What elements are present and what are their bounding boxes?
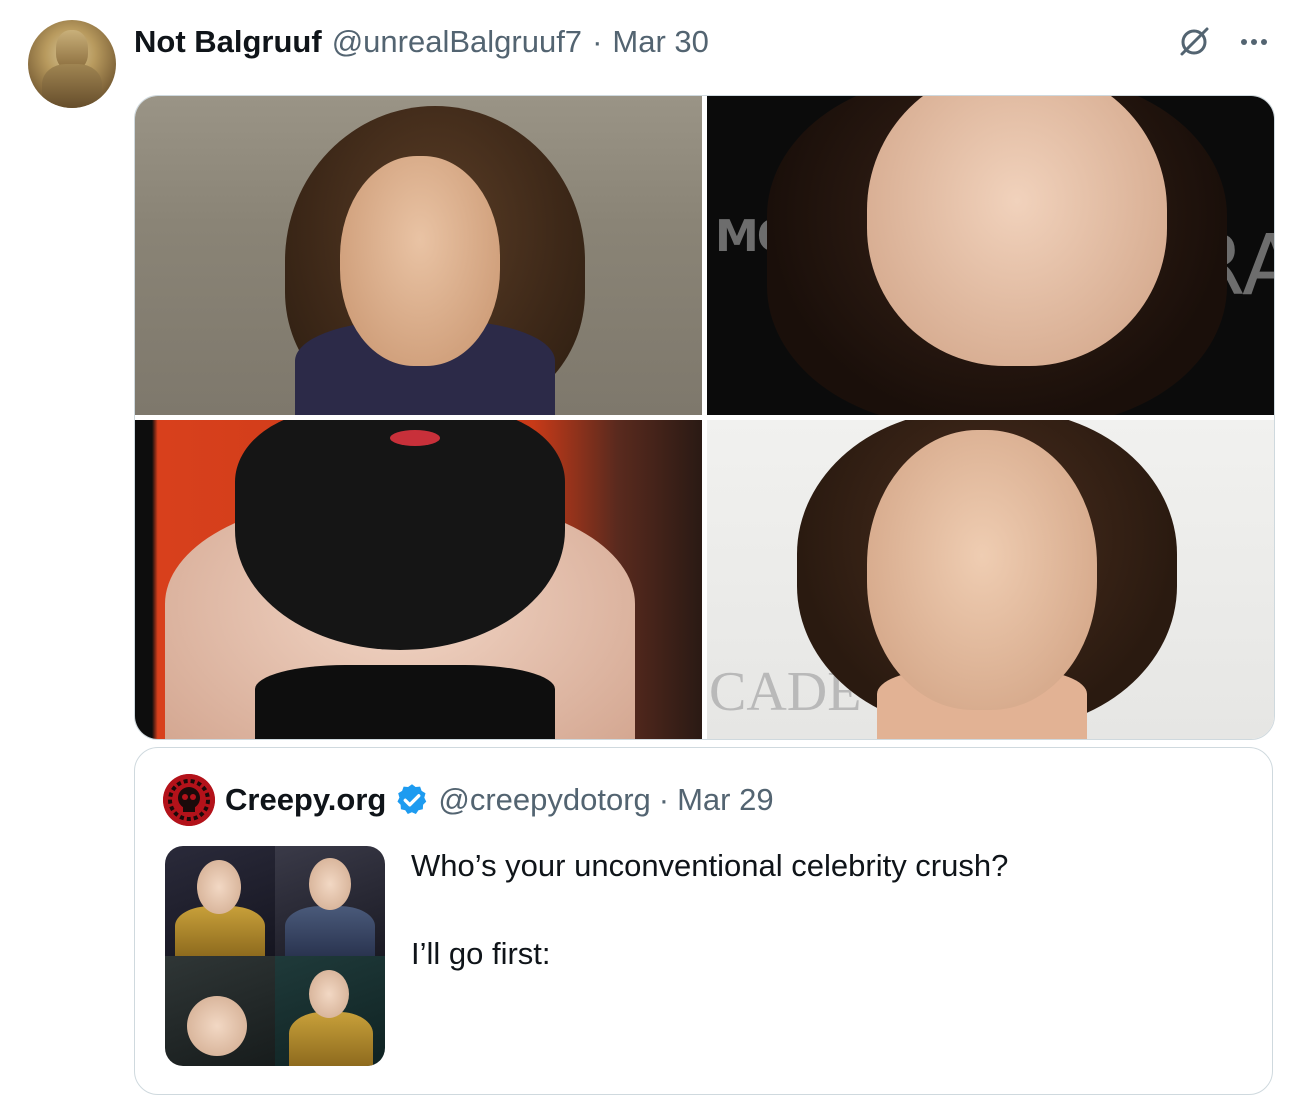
thumbnail-tile-4 [275,956,385,1066]
quoted-media-thumbnail[interactable] [165,846,385,1066]
quoted-text-line-2: I’ll go first: [411,936,551,971]
media-photo-1[interactable] [135,96,702,415]
photo-dress [255,665,555,739]
quoted-text-line-1: Who’s your unconventional celebrity crus… [411,848,1009,883]
quoted-header-separator: · [658,782,670,817]
photo-face [867,96,1167,366]
media-photo-3[interactable] [135,420,702,739]
avatar-figure-body [42,64,102,108]
quoted-tweet-date[interactable]: Mar 29 [677,782,773,818]
quoted-tweet-header: Creepy.org @creepydotorg · Mar 29 [225,780,774,820]
skull-icon[interactable] [163,774,215,826]
quoted-tweet-text: Who’s your unconventional celebrity crus… [411,844,1231,976]
verified-badge-icon [397,784,427,814]
thumbnail-tile-3 [165,956,275,1066]
quoted-author-display-name[interactable]: Creepy.org [225,782,386,818]
photo-face [867,430,1097,710]
tweet-date[interactable]: Mar 30 [612,24,708,60]
author-handle[interactable]: @unrealBalgruuf7 [332,24,582,60]
tweet-header: Not Balgruuf @unrealBalgruuf7 · Mar 30 [134,22,709,62]
quoted-tweet-card[interactable]: Creepy.org @creepydotorg · Mar 29 Who’s … [134,747,1273,1095]
author-display-name[interactable]: Not Balgruuf [134,24,322,60]
thumbnail-tile-2 [275,846,385,956]
photo-face [340,156,500,366]
author-avatar[interactable] [28,20,116,108]
tweet-media-grid: MON BLAN RA CADE [134,95,1275,740]
media-photo-2[interactable]: MON BLAN RA [707,96,1274,415]
media-photo-4[interactable]: CADE [707,420,1274,739]
photo-hair [235,420,565,650]
thumbnail-tile-1 [165,846,275,956]
header-separator: · [592,24,603,59]
photo-lips [390,430,440,446]
grok-icon[interactable] [1176,24,1212,60]
more-icon[interactable] [1236,24,1272,60]
quoted-author-handle[interactable]: @creepydotorg [438,782,650,818]
